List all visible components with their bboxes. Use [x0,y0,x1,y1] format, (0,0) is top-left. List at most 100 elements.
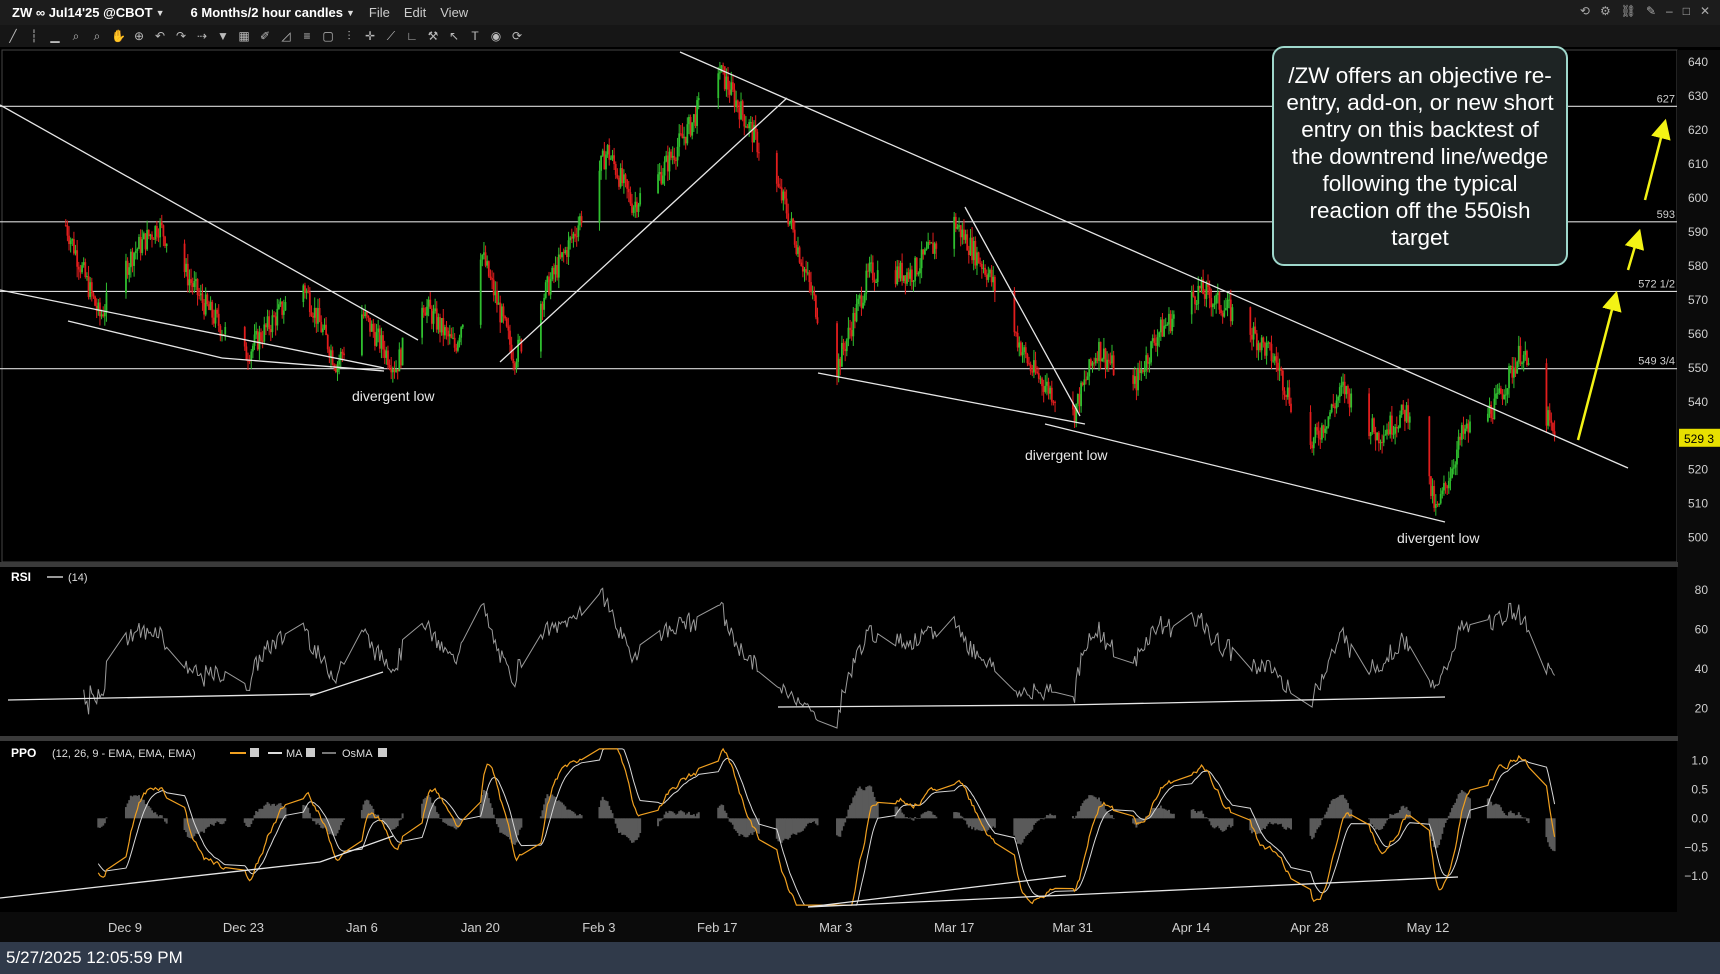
price-tick-label: 580 [1688,259,1708,273]
menu-view[interactable]: View [440,5,468,20]
close-icon[interactable]: ✕ [1700,4,1710,18]
minimize-icon[interactable]: – [1666,4,1673,18]
candle [987,273,990,280]
candle [867,270,869,272]
candle [1490,404,1493,418]
candle [1491,417,1494,420]
candle [1138,368,1141,374]
text-tool-icon[interactable]: T [468,29,482,43]
candle [619,168,622,187]
candle [1519,345,1522,364]
bars-icon[interactable]: ┆ [27,29,41,43]
timeframe-selector[interactable]: 6 Months/2 hour candles [179,5,343,20]
candle [779,186,781,188]
layers-icon[interactable]: ▦ [237,29,251,43]
brush-icon[interactable]: ✐ [258,29,272,43]
candle [317,307,319,324]
osma-bar [639,818,642,834]
candle [961,229,964,238]
candle [1096,358,1099,361]
fibonacci-icon[interactable]: ≡ [300,29,314,43]
candle [896,266,899,285]
checkbox-icon[interactable] [378,748,387,757]
candle [1379,441,1382,444]
wrench-icon[interactable]: ⚒ [426,29,440,43]
candle [1133,376,1136,384]
candle [546,276,549,283]
candle [849,327,851,331]
forward-icon[interactable]: ⇢ [195,29,209,43]
checkbox-icon[interactable] [250,748,259,757]
eye-icon[interactable]: ◉ [489,29,503,43]
candle [1252,326,1255,340]
candle [613,155,616,165]
candle [1373,418,1375,433]
osma-bar [912,818,915,821]
checkbox-icon[interactable] [306,748,315,757]
candle [1264,342,1266,356]
candle [1135,376,1138,391]
candle [313,307,316,318]
last-price-label: 529 3 [1684,432,1714,446]
angle-icon[interactable]: ∟ [405,29,419,43]
hand-icon[interactable]: ✋ [111,29,126,43]
candle [556,265,559,278]
undo-icon[interactable]: ↶ [153,29,167,43]
chart-type-icon[interactable]: ╱ [6,29,20,43]
cross-icon[interactable]: ✛ [363,29,377,43]
candle [68,235,70,245]
candle [452,337,454,339]
osma-bar [1231,818,1234,827]
volume-icon[interactable]: ▁ [48,29,62,43]
cursor-icon[interactable]: ↖ [447,29,461,43]
crosshair-icon[interactable]: ⊕ [132,29,146,43]
redo-icon[interactable]: ↷ [174,29,188,43]
box-icon[interactable]: ▢ [321,29,335,43]
candle [251,345,254,352]
candle [1460,425,1463,440]
candle [443,327,446,336]
refresh-icon[interactable]: ⟲ [1580,4,1590,18]
maximize-icon[interactable]: □ [1683,4,1690,18]
pin-icon[interactable]: ✎ [1646,4,1656,18]
candle [512,358,515,364]
menu-edit[interactable]: Edit [404,5,426,20]
time-tick-label: Dec 9 [108,920,142,935]
gear-icon[interactable]: ⚙ [1600,4,1611,18]
candle [1335,400,1338,409]
candle [746,126,749,129]
candle [265,324,267,328]
osma-bar [1527,818,1530,824]
menu-file[interactable]: File [369,5,390,20]
candle [507,326,510,331]
candle [308,292,311,313]
candle [871,262,874,281]
dropdown-icon[interactable]: ▼ [216,29,230,43]
candle [500,306,503,323]
timeframe-dropdown-icon[interactable]: ▼ [346,8,355,18]
trendline-icon[interactable]: ⟋ [384,29,398,44]
ruler-icon[interactable]: ◿ [279,29,293,43]
cycle-icon[interactable]: ⟳ [510,29,524,43]
candle [577,225,580,237]
candle [847,327,850,340]
candle [969,237,972,256]
fork-icon[interactable]: ⫶ [342,29,356,44]
candle [157,236,160,238]
candle [274,316,277,326]
link-icon[interactable]: ⛓ [1621,4,1636,18]
symbol-dropdown-icon[interactable]: ▼ [156,8,165,18]
candle [378,328,381,349]
candle [632,207,635,213]
candle [1345,386,1348,395]
symbol-selector[interactable]: ZW ∞ Jul14'25 @CBOT [0,5,153,20]
candle [1085,379,1087,381]
candle [539,303,542,352]
zoom-out-icon[interactable]: ⌕ [90,29,104,44]
candle [154,226,157,240]
zoom-in-icon[interactable]: ⌕ [69,29,83,44]
candle [365,312,368,316]
candle [1099,341,1102,362]
candle [805,269,808,273]
candle [1469,421,1471,433]
